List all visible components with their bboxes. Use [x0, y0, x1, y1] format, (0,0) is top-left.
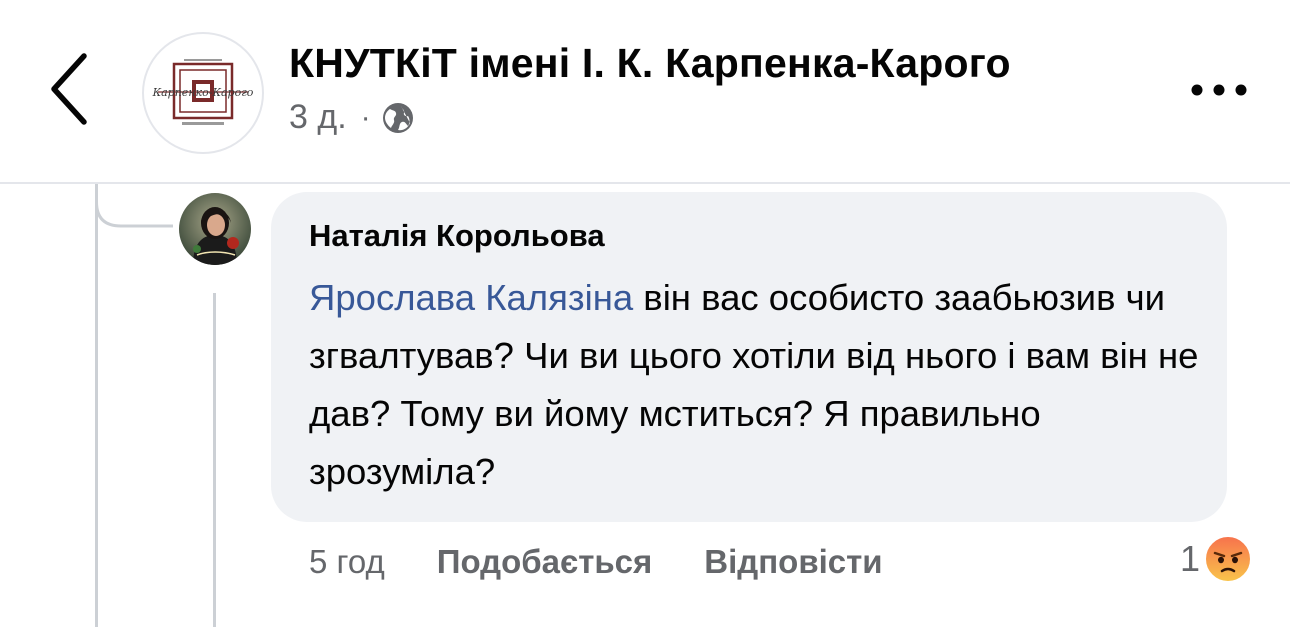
- more-horizontal-icon: [1191, 84, 1247, 96]
- thread-connector: [95, 184, 173, 228]
- comment-time[interactable]: 5 год: [309, 543, 385, 581]
- header-divider: [0, 182, 1290, 184]
- comment-body: Ярослава Калязіна він вас особисто заабь…: [309, 269, 1209, 501]
- like-button[interactable]: Подобається: [437, 543, 653, 581]
- back-button[interactable]: [44, 52, 94, 126]
- page-avatar[interactable]: Карпенко-Карого: [142, 32, 264, 154]
- angry-reaction-icon: [1204, 535, 1253, 583]
- more-options-button[interactable]: [1186, 75, 1252, 105]
- logo-script: Карпенко-Карого: [152, 86, 254, 99]
- comment-author[interactable]: Наталія Корольова: [309, 218, 605, 254]
- mention-link[interactable]: Ярослава Калязіна: [309, 277, 633, 318]
- page-logo: Карпенко-Карого: [152, 59, 254, 125]
- commenter-avatar[interactable]: [179, 193, 251, 265]
- globe-icon: [382, 102, 413, 133]
- post-meta: 3 д. ·: [289, 98, 415, 137]
- meta-separator: ·: [360, 100, 371, 134]
- post-header: Карпенко-Карого КНУТКіТ імені І. К. Карп…: [0, 0, 1290, 183]
- reactions-summary[interactable]: 1: [1180, 533, 1253, 585]
- chevron-left-icon: [51, 53, 87, 125]
- post-time[interactable]: 3 д.: [289, 98, 347, 137]
- avatar-photo: [179, 193, 251, 265]
- page-name[interactable]: КНУТКіТ імені І. К. Карпенка-Карого: [289, 40, 1011, 87]
- thread-line-outer: [95, 184, 98, 627]
- comment-actions: 5 год Подобається Відповісти: [309, 540, 883, 584]
- reply-button[interactable]: Відповісти: [704, 543, 882, 581]
- thread-line-inner: [213, 293, 216, 627]
- reaction-count: 1: [1180, 538, 1201, 579]
